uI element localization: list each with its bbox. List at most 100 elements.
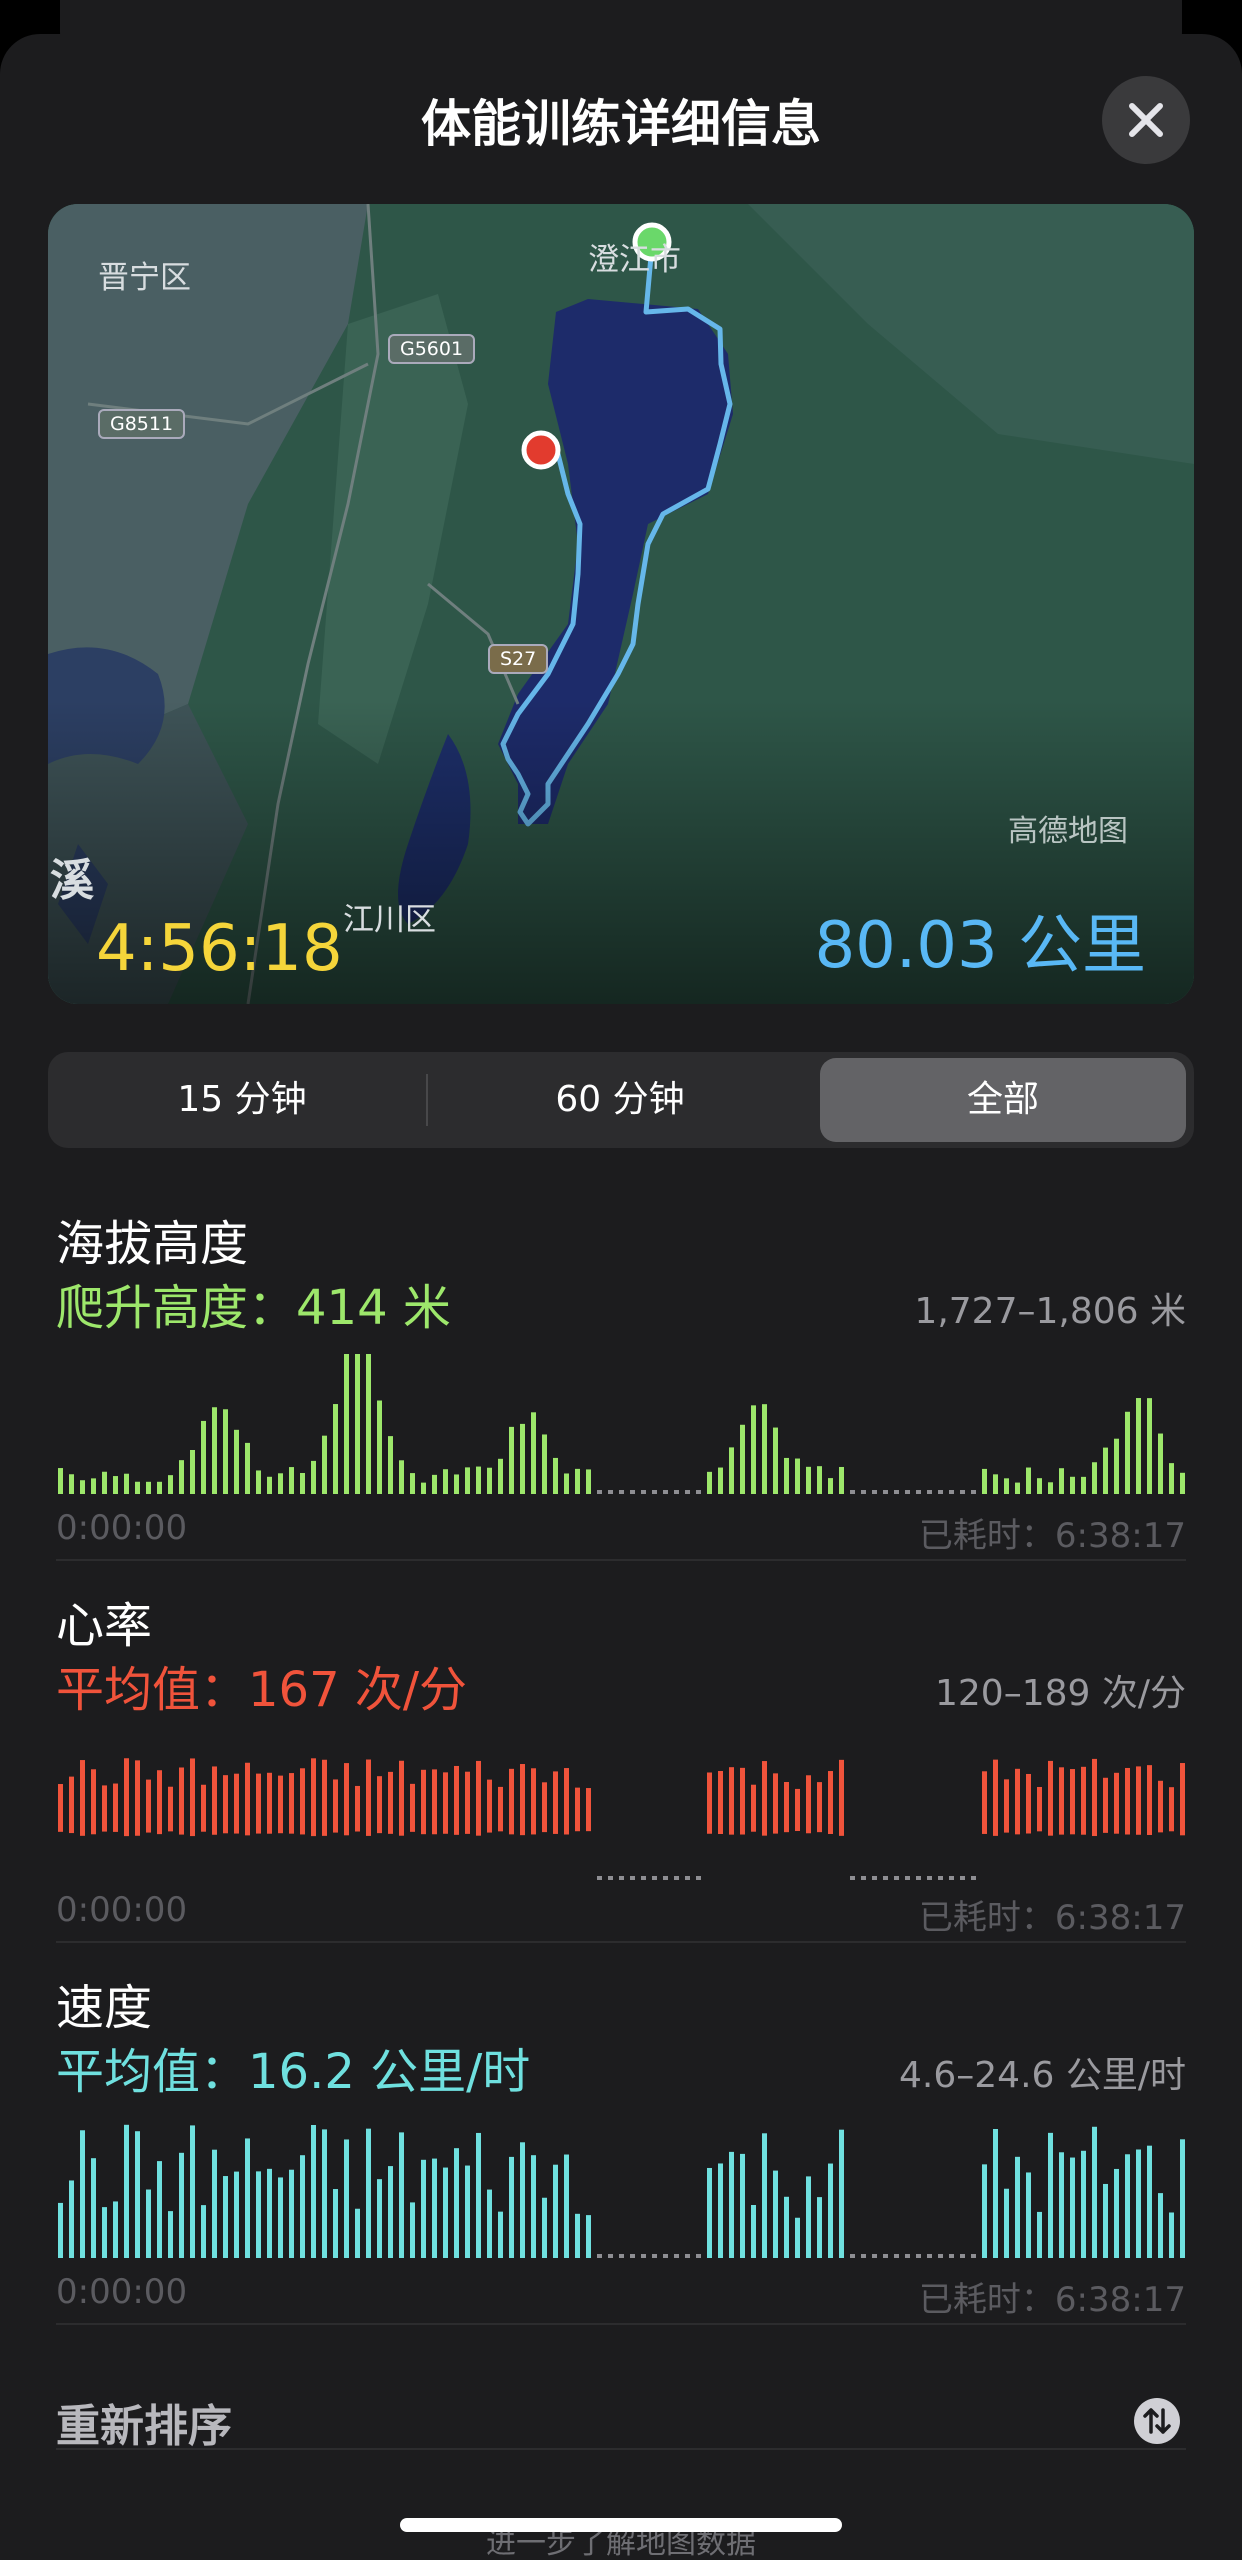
chart-bar (707, 1772, 712, 1834)
chart-bar (773, 2170, 778, 2258)
chart-bar (828, 1478, 833, 1494)
chart-bar (531, 1412, 536, 1494)
gap-dot (883, 1490, 888, 1494)
gap-dot (949, 1490, 954, 1494)
gap-dot (927, 1490, 932, 1494)
chart-bar (498, 1458, 503, 1494)
heart-rate-chart (58, 1758, 1185, 1880)
chart-bar (1037, 2211, 1042, 2258)
chart-bar (718, 2163, 723, 2258)
chart-bar (982, 1771, 987, 1834)
chart-bar (707, 1471, 712, 1494)
chart-bar (245, 2138, 250, 2258)
chart-bar (839, 1466, 844, 1494)
chart-bar (729, 1767, 734, 1835)
chart-bar (1136, 1766, 1141, 1835)
sort-arrows-icon[interactable] (1134, 2398, 1180, 2444)
chart-bar (91, 1478, 96, 1494)
chart-bar (410, 2202, 415, 2258)
chart-bar (1169, 1787, 1174, 1832)
chart-bar (465, 1771, 470, 1834)
chart-bar (333, 1779, 338, 1833)
chart-bar (1180, 1472, 1185, 1494)
gap-dot (883, 1876, 888, 1880)
chart-bar (1081, 1766, 1086, 1835)
chart-bar (267, 1772, 272, 1834)
gap-dot (971, 1490, 976, 1494)
chart-bar (1136, 1398, 1141, 1494)
chart-bar (707, 2167, 712, 2258)
chart-bar (256, 1773, 261, 1834)
chart-bar (344, 1354, 349, 1494)
section-divider (56, 1941, 1186, 1943)
gap-dot (850, 1876, 855, 1880)
chart-bar (1158, 1433, 1163, 1494)
elevation-elapsed-time: 已耗时：6:38:17 (918, 1516, 1186, 1556)
segment-all[interactable]: 全部 (820, 1058, 1186, 1142)
chart-bar (509, 2156, 514, 2258)
chart-bar (817, 1466, 822, 1494)
reorder-button[interactable]: 重新排序 (56, 2390, 232, 2454)
chart-bar (278, 1473, 283, 1494)
road-shield-g8511: G8511 (98, 409, 186, 439)
chart-bar (366, 1354, 371, 1494)
speed-section: 速度 平均值：16.2 公里/时 4.6–24.6 公里/时 0:00:00 已… (56, 1968, 1186, 2328)
chart-bar (1125, 1411, 1130, 1494)
chart-bar (1180, 2139, 1185, 2258)
chart-bar (773, 1427, 778, 1494)
chart-bar (828, 1771, 833, 1834)
chart-bar (399, 1760, 404, 1836)
chart-bar (135, 2131, 140, 2258)
chart-bar (410, 1473, 415, 1494)
chart-bar (157, 1770, 162, 1835)
close-button[interactable] (1102, 76, 1190, 164)
speed-title: 速度 (56, 1980, 153, 2036)
chart-bar (223, 2176, 228, 2258)
chart-bar (1092, 1758, 1097, 1837)
chart-bar (1059, 1767, 1064, 1835)
chart-bar (454, 1474, 459, 1494)
chart-bar (531, 1768, 536, 1835)
gap-dot (619, 2254, 624, 2258)
chart-bar (201, 1420, 206, 1494)
chart-bar (245, 1442, 250, 1494)
chart-bar (135, 1760, 140, 1836)
route-map[interactable]: 晋宁区 澄江市 江川区 溪 高德地图 G5601 G8511 S27 4:56:… (48, 204, 1194, 1004)
section-divider (56, 1559, 1186, 1561)
gap-dot (949, 1876, 954, 1880)
heart-rate-elapsed-time: 已耗时：6:38:17 (918, 1898, 1186, 1938)
chart-bar (839, 2129, 844, 2258)
gap-dot (894, 1876, 899, 1880)
gap-dot (663, 2254, 668, 2258)
chart-bar (1026, 1773, 1031, 1834)
chart-bar (586, 2215, 591, 2258)
gap-dot (894, 1490, 899, 1494)
gap-dot (597, 1490, 602, 1494)
chart-bar (267, 1476, 272, 1494)
chart-bar (333, 1404, 338, 1494)
chart-bar (366, 2128, 371, 2258)
chart-bar (355, 1785, 360, 1832)
gap-dot (630, 1876, 635, 1880)
speed-average: 平均值：16.2 公里/时 (56, 2044, 531, 2100)
chart-bar (1081, 1476, 1086, 1494)
chart-bar (300, 2155, 305, 2258)
chart-bar (1169, 2212, 1174, 2258)
chart-bar (740, 1767, 745, 1835)
chart-bar (751, 1784, 756, 1832)
chart-bar (1037, 1478, 1042, 1494)
chart-bar (234, 1773, 239, 1834)
chart-bar (487, 1779, 492, 1833)
segment-60-min[interactable]: 60 分钟 (432, 1058, 808, 1142)
chart-bar (1004, 1478, 1009, 1494)
chart-bar (531, 2155, 536, 2258)
chart-bar (256, 2171, 261, 2258)
gap-dot (641, 1490, 646, 1494)
chart-bar (751, 2205, 756, 2258)
segment-15-min[interactable]: 15 分钟 (56, 1058, 428, 1142)
chart-bar (69, 1776, 74, 1834)
gap-dot (597, 2254, 602, 2258)
chart-bar (377, 1776, 382, 1834)
chart-bar (1158, 2193, 1163, 2258)
chart-bar (157, 2161, 162, 2258)
